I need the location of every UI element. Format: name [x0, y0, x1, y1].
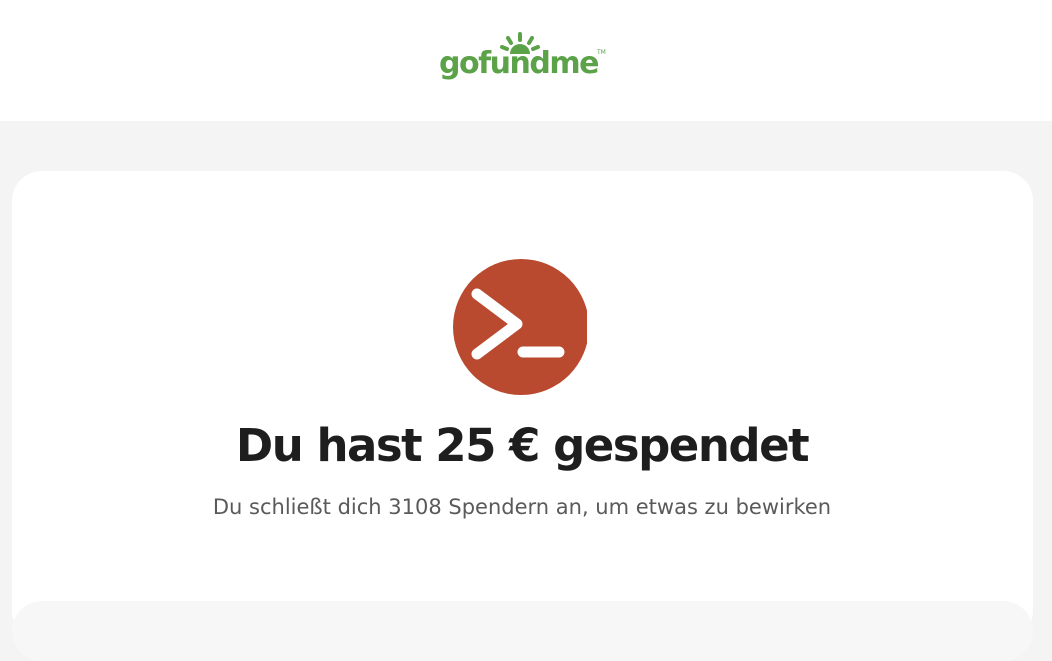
- site-header: gofundme TM: [0, 0, 1052, 121]
- donation-subtitle: Du schließt dich 3108 Spendern an, um et…: [212, 495, 832, 519]
- donation-title: Du hast 25 € gespendet: [235, 419, 810, 472]
- logo-wordmark: gofundme: [439, 46, 599, 81]
- donation-confirmation-card: [12, 171, 1033, 641]
- logo-trademark: TM: [597, 49, 606, 56]
- next-section-card: [12, 601, 1033, 661]
- terminal-prompt-icon: [453, 259, 587, 395]
- gofundme-logo[interactable]: gofundme TM: [439, 30, 609, 90]
